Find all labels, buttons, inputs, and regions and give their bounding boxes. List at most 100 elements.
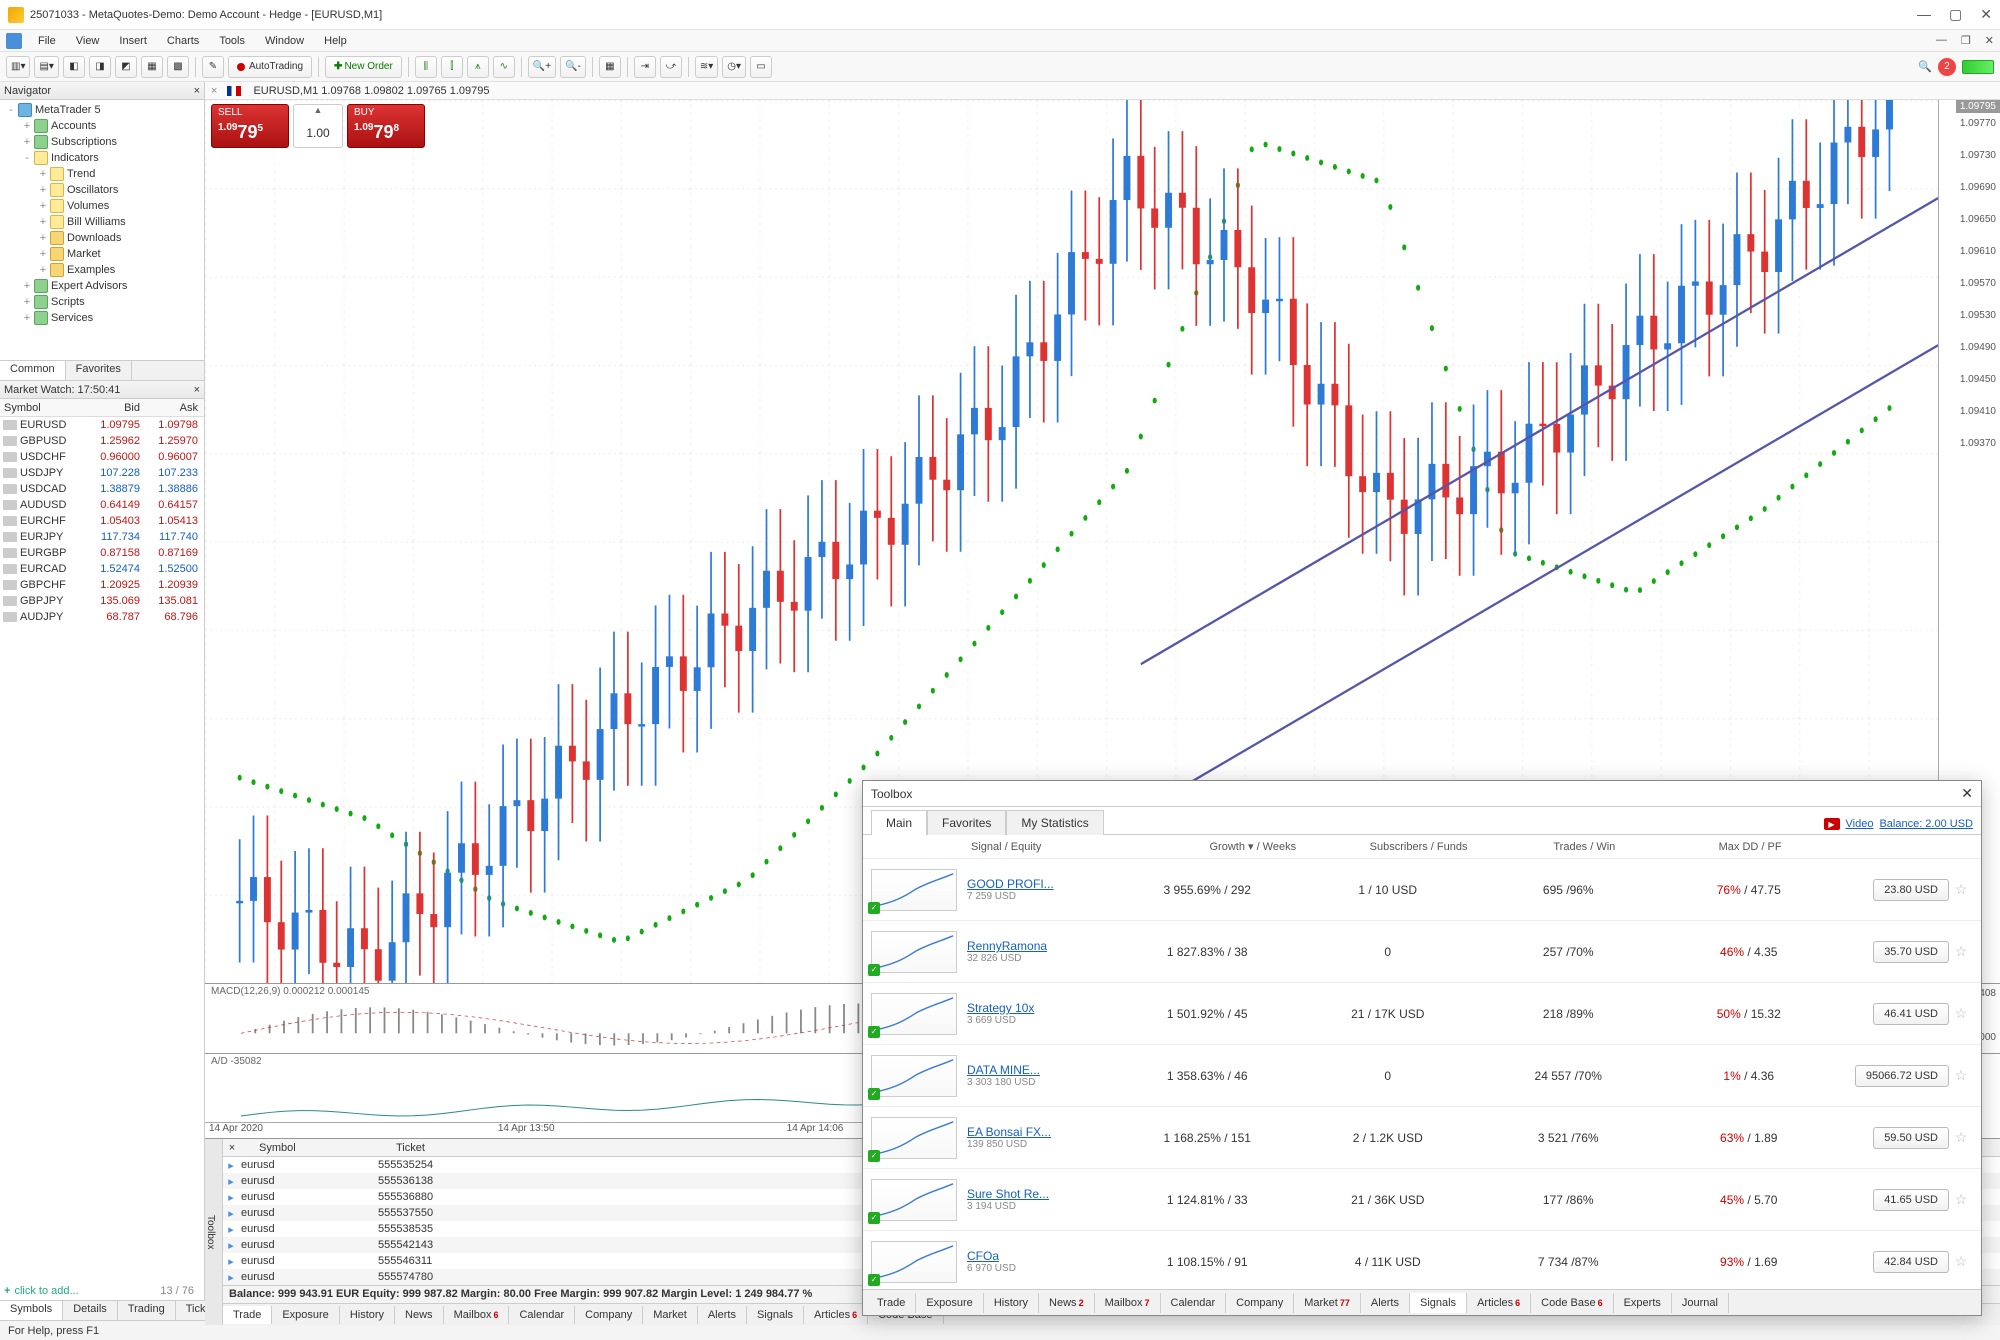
indicators-button[interactable]: ≋▾	[695, 56, 718, 78]
toolbox-tab-journal[interactable]: Journal	[1672, 1293, 1729, 1313]
nav-item[interactable]: -Indicators	[0, 150, 204, 166]
mdi-close-icon[interactable]: ✕	[1985, 34, 1994, 47]
terminal-tab-articles[interactable]: Articles 6	[804, 1306, 868, 1324]
toolbox-tab-news[interactable]: News 2	[1039, 1293, 1095, 1313]
toolbox-vertical-tab[interactable]: Toolbox	[205, 1139, 223, 1325]
marketwatch-row[interactable]: GBPUSD1.259621.25970	[0, 433, 204, 449]
toolbox-titlebar[interactable]: Toolbox✕	[863, 781, 1981, 807]
favorite-star-icon[interactable]: ☆	[1949, 943, 1973, 960]
mw-tab-details[interactable]: Details	[63, 1301, 118, 1320]
menu-window[interactable]: Window	[255, 33, 314, 49]
marketwatch-row[interactable]: GBPCHF1.209251.20939	[0, 577, 204, 593]
nav-item[interactable]: +Downloads	[0, 230, 204, 246]
marketwatch-row[interactable]: AUDJPY68.78768.796	[0, 609, 204, 625]
favorite-star-icon[interactable]: ☆	[1949, 881, 1973, 898]
marketwatch-row[interactable]: GBPJPY135.069135.081	[0, 593, 204, 609]
nav-item[interactable]: +Expert Advisors	[0, 278, 204, 294]
nav-tab-common[interactable]: Common	[0, 361, 66, 380]
navigator-button[interactable]: ◩	[115, 56, 137, 78]
strategy-tester-button[interactable]: ▩	[167, 56, 189, 78]
favorite-star-icon[interactable]: ☆	[1949, 1005, 1973, 1022]
connection-indicator[interactable]	[1962, 60, 1994, 74]
terminal-tab-news[interactable]: News	[395, 1306, 444, 1324]
toolbox-tab-mailbox[interactable]: Mailbox 7	[1095, 1293, 1161, 1313]
terminal-tab-mailbox[interactable]: Mailbox 6	[444, 1306, 510, 1324]
mdi-restore-icon[interactable]: ❐	[1961, 34, 1971, 47]
nav-root[interactable]: -MetaTrader 5	[0, 102, 204, 118]
close-button[interactable]: ✕	[1980, 6, 1992, 23]
new-chart-button[interactable]: ▥▾	[6, 56, 30, 78]
signal-link[interactable]: EA Bonsai FX...	[967, 1125, 1051, 1139]
nav-item[interactable]: +Scripts	[0, 294, 204, 310]
signal-link[interactable]: Strategy 10x	[967, 1001, 1034, 1015]
signal-row[interactable]: ✓ EA Bonsai FX...139 850 USD 1 168.25% /…	[863, 1107, 1981, 1169]
chart-shift-button[interactable]: ⤻	[660, 56, 682, 78]
signal-row[interactable]: ✓ Sure Shot Re...3 194 USD 1 124.81% / 3…	[863, 1169, 1981, 1231]
nav-item[interactable]: +Bill Williams	[0, 214, 204, 230]
terminal-tab-calendar[interactable]: Calendar	[509, 1306, 575, 1324]
mw-tab-trading[interactable]: Trading	[118, 1301, 176, 1320]
tile-windows-button[interactable]: ▦	[599, 56, 621, 78]
favorite-star-icon[interactable]: ☆	[1949, 1129, 1973, 1146]
favorite-star-icon[interactable]: ☆	[1949, 1191, 1973, 1208]
navigator-close-icon[interactable]: ×	[194, 85, 200, 97]
signal-link[interactable]: RennyRamona	[967, 939, 1047, 953]
menu-view[interactable]: View	[66, 33, 110, 49]
signal-row[interactable]: ✓ RennyRamona32 826 USD 1 827.83% / 38 0…	[863, 921, 1981, 983]
marketwatch-add[interactable]: + click to add... 13 / 76	[0, 1282, 204, 1300]
toolbox-tab-codebase[interactable]: Code Base 6	[1531, 1293, 1613, 1313]
subscribe-button[interactable]: 35.70 USD	[1873, 941, 1949, 963]
zoom-out-button[interactable]: 🔍-	[560, 56, 586, 78]
subscribe-button[interactable]: 41.65 USD	[1873, 1189, 1949, 1211]
marketwatch-row[interactable]: AUDUSD0.641490.64157	[0, 497, 204, 513]
autotrading-button[interactable]: AutoTrading	[228, 56, 312, 78]
mql5-icon[interactable]	[6, 33, 22, 49]
menu-charts[interactable]: Charts	[157, 33, 209, 49]
toolbox-window[interactable]: Toolbox✕ Main Favorites My Statistics ▶ …	[862, 780, 1982, 1316]
toolbox-tab-alerts[interactable]: Alerts	[1361, 1293, 1410, 1313]
maximize-button[interactable]: ▢	[1949, 6, 1962, 23]
marketwatch-row[interactable]: EURUSD1.097951.09798	[0, 417, 204, 433]
signal-row[interactable]: ✓ CFOa6 970 USD 1 108.15% / 91 4 / 11K U…	[863, 1231, 1981, 1289]
nav-item[interactable]: +Services	[0, 310, 204, 326]
marketwatch-row[interactable]: EURJPY117.734117.740	[0, 529, 204, 545]
marketwatch-close-icon[interactable]: ×	[194, 384, 200, 396]
marketwatch-row[interactable]: USDCAD1.388791.38886	[0, 481, 204, 497]
marketwatch-row[interactable]: USDJPY107.228107.233	[0, 465, 204, 481]
nav-item[interactable]: +Subscriptions	[0, 134, 204, 150]
balance-link[interactable]: Balance: 2.00 USD	[1879, 818, 1973, 830]
menu-insert[interactable]: Insert	[109, 33, 157, 49]
signal-row[interactable]: ✓ DATA MINE...3 303 180 USD 1 358.63% / …	[863, 1045, 1981, 1107]
signal-link[interactable]: Sure Shot Re...	[967, 1187, 1049, 1201]
toolbox-tab-calendar[interactable]: Calendar	[1161, 1293, 1227, 1313]
profiles-button[interactable]: ▤▾	[34, 56, 58, 78]
mdi-minimize-icon[interactable]: ―	[1936, 34, 1947, 47]
toolbox-tab-signals[interactable]: Signals	[1410, 1293, 1467, 1313]
toolbox-button[interactable]: ▦	[141, 56, 163, 78]
toolbox-close-icon[interactable]: ✕	[1961, 785, 1973, 802]
sell-button[interactable]: SELL 1.09795	[211, 104, 289, 148]
zoom-in-button[interactable]: 🔍+	[528, 56, 556, 78]
subscribe-button[interactable]: 46.41 USD	[1873, 1003, 1949, 1025]
marketwatch-row[interactable]: EURGBP0.871580.87169	[0, 545, 204, 561]
menu-tools[interactable]: Tools	[209, 33, 255, 49]
terminal-tab-history[interactable]: History	[340, 1306, 395, 1324]
toolbox-tab-favorites[interactable]: Favorites	[927, 810, 1006, 835]
auto-scroll-button[interactable]: ⇥	[634, 56, 656, 78]
subscribe-button[interactable]: 59.50 USD	[1873, 1127, 1949, 1149]
nav-item[interactable]: +Accounts	[0, 118, 204, 134]
timeframe-button[interactable]: ◷▾	[722, 56, 746, 78]
terminal-tab-trade[interactable]: Trade	[223, 1306, 272, 1324]
terminal-tab-market[interactable]: Market	[643, 1306, 698, 1324]
metaeditor-button[interactable]: ✎	[202, 56, 224, 78]
menu-help[interactable]: Help	[314, 33, 357, 49]
minimize-button[interactable]: ―	[1917, 6, 1931, 23]
new-order-button[interactable]: ✚New Order	[325, 56, 402, 78]
toolbox-tab-exposure[interactable]: Exposure	[916, 1293, 983, 1313]
terminal-tab-exposure[interactable]: Exposure	[272, 1306, 339, 1324]
tick-chart-button[interactable]: ∿	[493, 56, 515, 78]
nav-item[interactable]: +Market	[0, 246, 204, 262]
youtube-icon[interactable]: ▶	[1824, 818, 1840, 830]
toolbox-tab-company[interactable]: Company	[1226, 1293, 1294, 1313]
signal-row[interactable]: ✓ GOOD PROFI...7 259 USD 3 955.69% / 292…	[863, 859, 1981, 921]
